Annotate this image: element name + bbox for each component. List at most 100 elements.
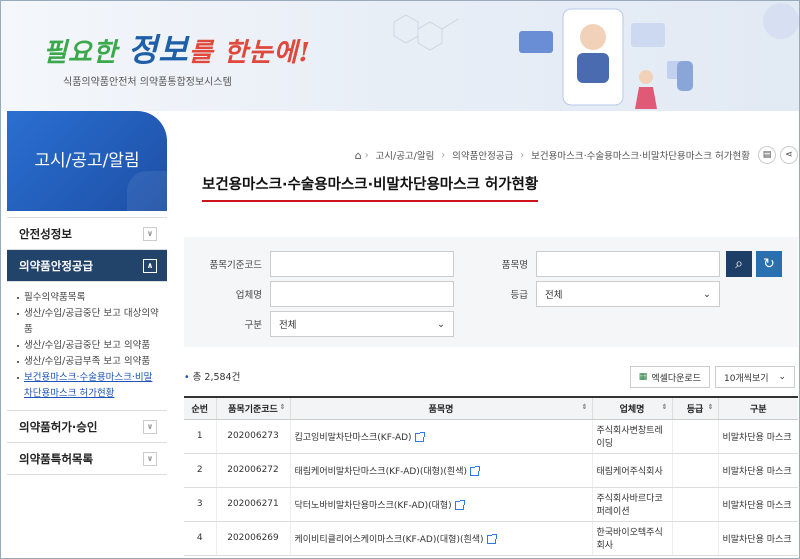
sidebar-item-label: 의약품특허목록 bbox=[19, 451, 94, 466]
external-link-icon[interactable] bbox=[454, 499, 465, 510]
chevron-down-icon: ⌄ bbox=[703, 288, 711, 300]
grade-select[interactable]: 전체 ⌄ bbox=[536, 281, 720, 307]
company-label: 업체명 bbox=[235, 290, 262, 301]
cell-product[interactable]: 케이비티클리어스케이마스크(KF-AD)(대형)(흰색) bbox=[289, 521, 592, 556]
product-link[interactable]: 케이비티클리어스케이마스크(KF-AD)(대형)(흰색) bbox=[295, 535, 484, 545]
cell-company: 주식회사바르다코퍼레이션 bbox=[591, 487, 672, 522]
chevron-up-icon: ∧ bbox=[143, 258, 157, 273]
cell-company: 한국바이오텍주식회사 bbox=[591, 521, 672, 556]
type-select[interactable]: 전체 ⌄ bbox=[270, 311, 454, 337]
cell-type: 비말차단용 마스크 bbox=[717, 487, 798, 522]
sidebar-item-patent[interactable]: 의약품특허목록 ∨ bbox=[7, 443, 167, 475]
submenu-item-current[interactable]: 보건용마스크·수술용마스크·비말차단용마스크 허가현황 bbox=[17, 370, 161, 402]
sidebar: 고시/공고/알림 안전성정보 ∨ 의약품안정공급 ∧ 필수의약품목록 생산/수입… bbox=[7, 111, 167, 475]
cell-code: 202006271 bbox=[215, 487, 290, 522]
sort-icon[interactable]: ⇕ bbox=[662, 403, 668, 411]
excel-icon: ▦ bbox=[638, 372, 648, 382]
col-header[interactable]: 품목명 ⇕ bbox=[289, 396, 592, 420]
cell-code: 202006272 bbox=[215, 453, 290, 488]
col-header[interactable]: 등급 ⇕ bbox=[671, 396, 718, 420]
excel-download-button[interactable]: ▦ 엑셀다운로드 bbox=[629, 366, 710, 388]
col-header: 순번 bbox=[184, 396, 216, 420]
cell-code: 202006273 bbox=[215, 419, 290, 454]
main-content: ⌂ › 고시/공고/알림 › 의약품안정공급 › 보건용마스크·수술용마스크·비… bbox=[184, 141, 798, 556]
page-size-select[interactable]: 10개씩보기 ⌄ bbox=[715, 366, 795, 388]
sidebar-menu: 안전성정보 ∨ 의약품안정공급 ∧ 필수의약품목록 생산/수입/공급중단 보고 … bbox=[7, 217, 167, 475]
cell-index: 1 bbox=[184, 419, 216, 454]
external-link-icon[interactable] bbox=[469, 465, 480, 476]
code-input[interactable] bbox=[270, 251, 454, 277]
type-select-value: 전체 bbox=[279, 320, 297, 331]
col-header: 구분 bbox=[717, 396, 798, 420]
sidebar-item-approval[interactable]: 의약품허가·승인 ∨ bbox=[7, 411, 167, 443]
result-tools: ▦ 엑셀다운로드 10개씩보기 ⌄ bbox=[629, 366, 795, 388]
home-icon[interactable]: ⌂ bbox=[355, 149, 362, 162]
company-input[interactable] bbox=[270, 281, 454, 307]
product-link[interactable]: 킵고잉비말차단마스크(KF-AD) bbox=[295, 433, 412, 443]
cell-product[interactable]: 킵고잉비말차단마스크(KF-AD) bbox=[289, 419, 592, 454]
breadcrumb-item[interactable]: 보건용마스크·수술용마스크·비말차단용마스크 허가현황 bbox=[531, 148, 750, 162]
page-title: 보건용마스크·수술용마스크·비말차단용마스크 허가현황 bbox=[202, 173, 539, 202]
cell-code: 202006269 bbox=[215, 521, 290, 556]
results-table: 순번 품목기준코드 ⇕ 품목명 ⇕ 업체명 ⇕ 등급 ⇕ 구분 1 202006273 … bbox=[184, 396, 798, 556]
sidebar-item-label: 의약품허가·승인 bbox=[19, 419, 98, 434]
cell-index: 4 bbox=[184, 521, 216, 556]
submenu-item[interactable]: 필수의약품목록 bbox=[17, 290, 161, 306]
product-link[interactable]: 닥터노바비말차단용마스크(KF-AD)(대형) bbox=[295, 501, 452, 511]
chevron-down-icon: ⌄ bbox=[437, 318, 445, 330]
site-subtitle: 식품의약품안전처 의약품통합정보시스템 bbox=[63, 77, 232, 88]
search-button[interactable]: ⌕ bbox=[726, 251, 752, 277]
col-header[interactable]: 품목기준코드 ⇕ bbox=[215, 396, 290, 420]
name-label: 품목명 bbox=[501, 260, 528, 271]
cell-grade bbox=[671, 521, 718, 556]
table-row: 4 202006269 케이비티클리어스케이마스크(KF-AD)(대형)(흰색)… bbox=[184, 521, 798, 556]
col-header[interactable]: 업체명 ⇕ bbox=[591, 396, 672, 420]
external-link-icon[interactable] bbox=[414, 431, 425, 442]
cell-type: 비말차단용 마스크 bbox=[717, 521, 798, 556]
sidebar-item-safety-info[interactable]: 안전성정보 ∨ bbox=[7, 218, 167, 250]
table-header-row: 순번 품목기준코드 ⇕ 품목명 ⇕ 업체명 ⇕ 등급 ⇕ 구분 bbox=[184, 396, 798, 420]
sidebar-item-label: 안전성정보 bbox=[19, 226, 72, 241]
print-icon[interactable]: ▤ bbox=[758, 146, 776, 164]
breadcrumb-item[interactable]: 고시/공고/알림 bbox=[376, 148, 435, 162]
header-illustration bbox=[519, 3, 799, 109]
excel-download-label: 엑셀다운로드 bbox=[651, 373, 701, 384]
search-panel: 품목기준코드 품목명 ⌕ ↻ 업체명 등급 전체 ⌄ 구분 전체 ⌄ bbox=[184, 237, 798, 347]
name-input[interactable] bbox=[536, 251, 720, 277]
cell-grade bbox=[671, 453, 718, 488]
slogan-part-1: 필요한 bbox=[43, 38, 118, 68]
submenu-item[interactable]: 생산/수입/공급부족 보고 의약품 bbox=[17, 354, 161, 370]
sort-icon[interactable]: ⇕ bbox=[708, 403, 714, 411]
product-link[interactable]: 태림케어비말차단마스크(KF-AD)(대형)(흰색) bbox=[295, 467, 467, 477]
submenu-item[interactable]: 생산/수입/공급중단 보고 의약품 bbox=[17, 338, 161, 354]
table-row: 1 202006273 킵고잉비말차단마스크(KF-AD) 주식회사변창트레이딩… bbox=[184, 419, 798, 454]
share-icon[interactable]: ⋖ bbox=[780, 146, 798, 164]
table-row: 3 202006271 닥터노바비말차단용마스크(KF-AD)(대형) 주식회사… bbox=[184, 487, 798, 522]
submenu-item[interactable]: 생산/수입/공급중단 보고 대상의약품 bbox=[17, 306, 161, 338]
sort-icon[interactable]: ⇕ bbox=[280, 403, 286, 411]
bullet-icon: • bbox=[184, 372, 190, 383]
slogan-part-3: 를 한눈에! bbox=[188, 38, 311, 68]
sidebar-submenu: 필수의약품목록 생산/수입/공급중단 보고 대상의약품 생산/수입/공급중단 보… bbox=[7, 282, 167, 411]
breadcrumb: ⌂ › 고시/공고/알림 › 의약품안정공급 › 보건용마스크·수술용마스크·비… bbox=[184, 141, 798, 169]
result-count: • 총 2,584건 bbox=[184, 369, 240, 383]
result-count-text: 총 2,584건 bbox=[192, 372, 241, 383]
sort-icon[interactable]: ⇕ bbox=[582, 403, 588, 411]
cell-grade bbox=[671, 419, 718, 454]
sidebar-title: 고시/공고/알림 bbox=[7, 111, 167, 211]
molecule-decoration bbox=[393, 14, 459, 51]
code-label: 품목기준코드 bbox=[209, 260, 262, 271]
cell-product[interactable]: 태림케어비말차단마스크(KF-AD)(대형)(흰색) bbox=[289, 453, 592, 488]
sidebar-item-stable-supply[interactable]: 의약품안정공급 ∧ bbox=[7, 250, 167, 282]
breadcrumb-item[interactable]: 의약품안정공급 bbox=[452, 148, 513, 162]
chevron-down-icon: ∨ bbox=[143, 451, 157, 466]
sidebar-item-label: 의약품안정공급 bbox=[19, 258, 94, 273]
grade-label: 등급 bbox=[510, 290, 528, 301]
cell-index: 3 bbox=[184, 487, 216, 522]
cell-type: 비말차단용 마스크 bbox=[717, 453, 798, 488]
external-link-icon[interactable] bbox=[486, 533, 497, 544]
cell-product[interactable]: 닥터노바비말차단용마스크(KF-AD)(대형) bbox=[289, 487, 592, 522]
chevron-down-icon: ∨ bbox=[143, 419, 157, 434]
cell-grade bbox=[671, 487, 718, 522]
reset-button[interactable]: ↻ bbox=[756, 251, 782, 277]
